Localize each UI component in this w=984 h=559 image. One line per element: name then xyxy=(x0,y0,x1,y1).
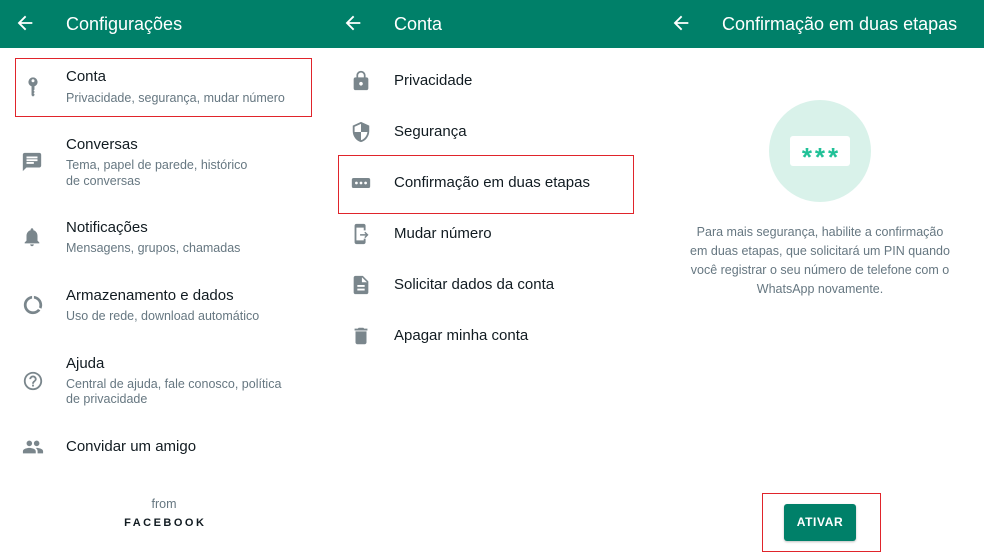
item-title: Mudar número xyxy=(394,225,492,242)
item-subtitle: Uso de rede, download automático xyxy=(66,309,260,323)
key-icon xyxy=(22,76,44,98)
settings-item-convidar[interactable]: Convidar um amigo xyxy=(0,420,328,474)
two-step-screen: Confirmação em duas etapas *** Para mais… xyxy=(656,0,984,559)
help-icon xyxy=(22,370,44,392)
item-subtitle-line: Tema, papel de parede, histórico xyxy=(66,158,248,172)
account-screen: Conta Privacidade Segurança Confirmação … xyxy=(328,0,656,559)
settings-screen: Configurações Conta Privacidade, seguran… xyxy=(0,0,328,559)
settings-item-conta[interactable]: Conta Privacidade, segurança, mudar núme… xyxy=(0,58,328,118)
settings-item-conversas[interactable]: Conversas Tema, papel de parede, históri… xyxy=(0,124,328,198)
item-title: Solicitar dados da conta xyxy=(394,276,555,293)
account-item-privacidade[interactable]: Privacidade xyxy=(328,56,656,107)
account-header: Conta xyxy=(328,0,656,48)
footer-from: from xyxy=(151,497,177,511)
page-title: Confirmação em duas etapas xyxy=(722,14,958,34)
chat-icon xyxy=(21,151,43,173)
password-dots-icon xyxy=(350,172,372,194)
description-line: em duas etapas, que solicitará um PIN qu… xyxy=(690,244,950,258)
item-title: Privacidade xyxy=(394,72,473,89)
account-item-confirmacao-duas-etapas[interactable]: Confirmação em duas etapas xyxy=(328,158,656,209)
bell-icon xyxy=(21,226,43,248)
page-title: Configurações xyxy=(66,14,183,34)
account-item-apagar-conta[interactable]: Apagar minha conta xyxy=(328,311,656,362)
trash-icon xyxy=(350,325,372,347)
arrow-back-icon[interactable] xyxy=(14,12,36,34)
item-subtitle-line: de conversas xyxy=(66,174,141,188)
item-title: Ajuda xyxy=(66,355,105,372)
item-title: Segurança xyxy=(394,123,467,140)
settings-header: Configurações xyxy=(0,0,328,48)
item-title: Notificações xyxy=(66,219,148,236)
data-usage-icon xyxy=(22,294,44,316)
people-icon xyxy=(22,436,44,458)
description-line: você registrar o seu número de telefone … xyxy=(690,263,950,277)
description-text: Para mais segurança, habilite a confirma… xyxy=(656,223,984,299)
item-subtitle: Mensagens, grupos, chamadas xyxy=(66,241,241,255)
account-item-seguranca[interactable]: Segurança xyxy=(328,107,656,158)
item-title: Confirmação em duas etapas xyxy=(394,174,590,191)
pin-asterisks: *** xyxy=(801,142,842,166)
account-item-mudar-numero[interactable]: Mudar número xyxy=(328,209,656,260)
arrow-back-icon[interactable] xyxy=(342,12,364,34)
page-title: Conta xyxy=(394,14,443,34)
item-title: Convidar um amigo xyxy=(66,438,197,455)
item-title: Apagar minha conta xyxy=(394,327,529,344)
settings-item-ajuda[interactable]: Ajuda Central de ajuda, fale conosco, po… xyxy=(0,342,328,414)
item-title: Conversas xyxy=(66,136,138,153)
phone-change-icon xyxy=(350,223,372,245)
document-icon xyxy=(350,274,372,296)
lock-icon xyxy=(350,70,372,92)
description-line: Para mais segurança, habilite a confirma… xyxy=(696,225,944,239)
shield-icon xyxy=(350,121,372,143)
activate-button[interactable]: ATIVAR xyxy=(784,504,856,541)
item-subtitle: Privacidade, segurança, mudar número xyxy=(66,91,285,105)
settings-item-notificacoes[interactable]: Notificações Mensagens, grupos, chamadas xyxy=(0,206,328,262)
two-step-header: Confirmação em duas etapas xyxy=(656,0,984,48)
arrow-back-icon[interactable] xyxy=(670,12,692,34)
settings-item-armazenamento[interactable]: Armazenamento e dados Uso de rede, downl… xyxy=(0,274,328,330)
item-subtitle-line: Central de ajuda, fale conosco, política xyxy=(66,377,282,391)
item-title: Armazenamento e dados xyxy=(66,287,234,304)
item-title: Conta xyxy=(66,68,107,85)
pin-illustration: *** xyxy=(769,100,871,202)
item-subtitle-line: de privacidade xyxy=(66,392,148,406)
description-line: WhatsApp novamente. xyxy=(756,282,884,296)
account-item-solicitar-dados[interactable]: Solicitar dados da conta xyxy=(328,260,656,311)
pin-box: *** xyxy=(790,136,850,166)
footer-brand-logo: FACEBOOK xyxy=(124,517,207,529)
